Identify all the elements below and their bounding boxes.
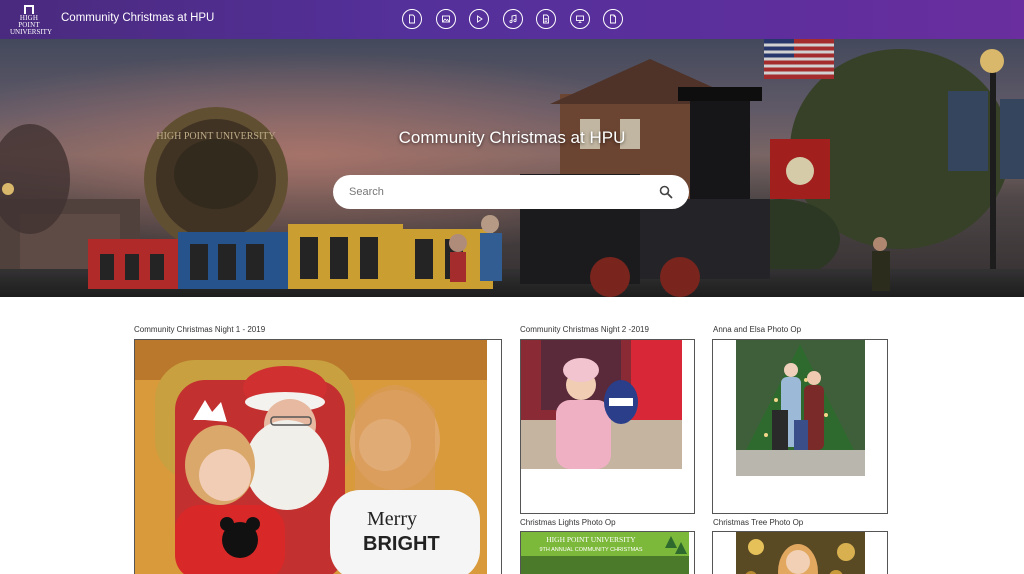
video-icon[interactable]	[469, 9, 489, 29]
santa-photo: Merry BRIGHT	[135, 340, 487, 574]
file-icon[interactable]	[603, 9, 623, 29]
search-bar	[333, 175, 689, 209]
search-input[interactable]	[349, 186, 659, 198]
sweater-text-bright: BRIGHT	[363, 533, 440, 555]
gallery-card-anna-elsa[interactable]	[712, 339, 888, 514]
lights-banner-line-2: 9TH ANNUAL COMMUNITY CHRISTMAS	[540, 547, 643, 553]
sweater-text-merry: Merry	[367, 508, 417, 530]
audio-icon[interactable]	[502, 9, 523, 29]
gallery-item-caption[interactable]: Anna and Elsa Photo Op	[713, 325, 801, 334]
lights-banner-photo: HIGH POINT UNIVERSITY 9TH ANNUAL COMMUNI…	[521, 532, 689, 574]
gallery-item-caption[interactable]: Christmas Tree Photo Op	[713, 518, 803, 527]
gallery-item-caption[interactable]: Community Christmas Night 2 -2019	[520, 325, 649, 334]
gallery-card-night-2[interactable]	[520, 339, 695, 514]
tree-photo	[736, 532, 865, 574]
gallery-card-lights[interactable]: HIGH POINT UNIVERSITY 9TH ANNUAL COMMUNI…	[520, 531, 695, 574]
gallery-item-caption[interactable]: Christmas Lights Photo Op	[520, 518, 616, 527]
search-icon[interactable]	[659, 185, 673, 199]
gallery-item-caption[interactable]: Community Christmas Night 1 - 2019	[134, 325, 265, 334]
university-logo[interactable]: HIGH POINT UNIVERSITY	[10, 5, 52, 36]
top-navigation-bar: HIGH POINT UNIVERSITY Community Christma…	[0, 0, 1024, 39]
presentation-icon[interactable]	[569, 9, 590, 29]
site-title[interactable]: Community Christmas at HPU	[61, 12, 214, 24]
hero-background-image: HIGH POINT UNIVERSITY	[0, 39, 1024, 297]
girl-hat-photo	[521, 340, 682, 469]
gallery-card-tree[interactable]	[712, 531, 888, 574]
hero-banner: HIGH POINT UNIVERSITY Community Christma…	[0, 39, 1024, 297]
gallery-card-night-1[interactable]: Merry BRIGHT	[134, 339, 502, 574]
anna-elsa-photo	[736, 340, 865, 476]
text-file-icon[interactable]	[536, 9, 556, 29]
media-type-icons	[402, 9, 623, 29]
tower-icon	[24, 5, 34, 14]
document-icon[interactable]	[402, 9, 422, 29]
lights-banner-line-1: HIGH POINT UNIVERSITY	[546, 535, 636, 544]
hero-title: Community Christmas at HPU	[398, 128, 626, 147]
image-icon[interactable]	[435, 9, 456, 29]
